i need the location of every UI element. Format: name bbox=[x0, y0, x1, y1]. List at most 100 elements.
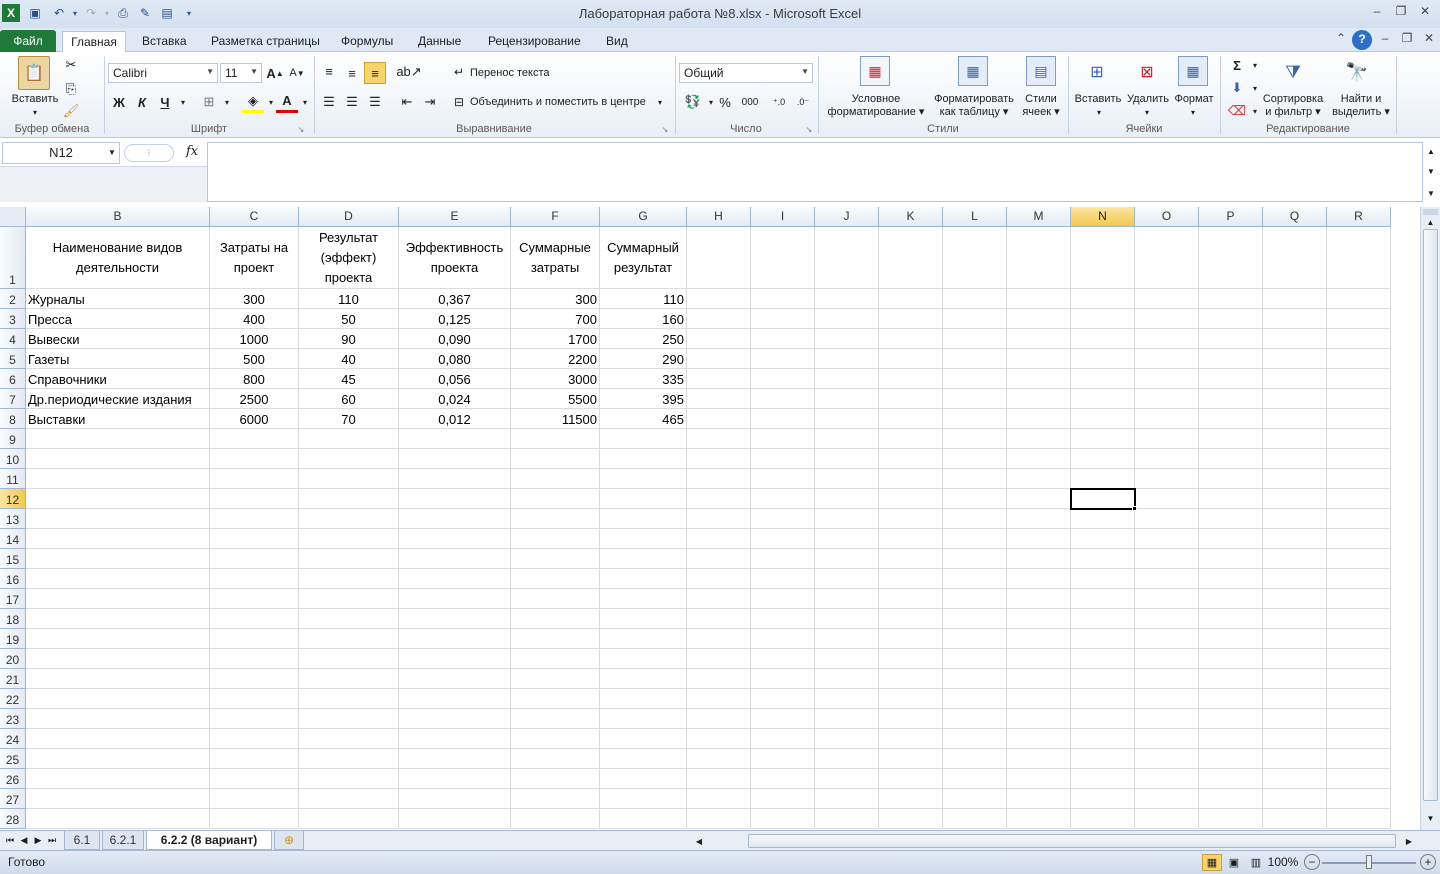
empty-cell[interactable] bbox=[687, 749, 751, 769]
empty-cell[interactable] bbox=[1263, 769, 1327, 789]
table-cell[interactable]: Пресса bbox=[26, 309, 210, 329]
empty-cell[interactable] bbox=[1007, 349, 1071, 369]
vertical-scrollbar[interactable]: ▲ ▼ bbox=[1420, 207, 1440, 830]
table-header-cell[interactable]: Суммарный результат bbox=[600, 227, 687, 289]
empty-cell[interactable] bbox=[1263, 729, 1327, 749]
empty-cell[interactable] bbox=[26, 589, 210, 609]
empty-cell[interactable] bbox=[299, 789, 399, 809]
column-header-f[interactable]: F bbox=[511, 207, 600, 227]
empty-cell[interactable] bbox=[1071, 509, 1135, 529]
empty-cell[interactable] bbox=[943, 749, 1007, 769]
column-header-k[interactable]: K bbox=[879, 207, 943, 227]
empty-cell[interactable] bbox=[815, 549, 879, 569]
empty-cell[interactable] bbox=[751, 649, 815, 669]
empty-cell[interactable] bbox=[1007, 589, 1071, 609]
empty-cell[interactable] bbox=[26, 429, 210, 449]
table-header-cell[interactable]: Затраты на проект bbox=[210, 227, 299, 289]
cut-icon[interactable]: ✂ bbox=[60, 54, 82, 76]
column-header-g[interactable]: G bbox=[600, 207, 687, 227]
tab-formulas[interactable]: Формулы bbox=[333, 31, 401, 52]
empty-cell[interactable] bbox=[1327, 769, 1391, 789]
empty-cell[interactable] bbox=[1135, 669, 1199, 689]
empty-cell[interactable] bbox=[399, 449, 511, 469]
empty-cell[interactable] bbox=[1071, 449, 1135, 469]
delete-cells-icon[interactable]: ⊠ bbox=[1132, 58, 1162, 86]
insert-cells-icon[interactable]: ⊞ bbox=[1082, 58, 1112, 86]
table-cell[interactable]: 0,080 bbox=[399, 349, 511, 369]
table-cell[interactable]: 0,056 bbox=[399, 369, 511, 389]
empty-cell[interactable] bbox=[943, 769, 1007, 789]
scroll-right-icon[interactable]: ▶ bbox=[1402, 834, 1416, 848]
empty-cell[interactable] bbox=[1007, 529, 1071, 549]
empty-cell[interactable] bbox=[879, 369, 943, 389]
tab-review[interactable]: Рецензирование bbox=[480, 31, 589, 52]
empty-cell[interactable] bbox=[751, 669, 815, 689]
empty-cell[interactable] bbox=[1327, 449, 1391, 469]
column-header-q[interactable]: Q bbox=[1263, 207, 1327, 227]
table-cell[interactable]: 290 bbox=[600, 349, 687, 369]
help-icon[interactable]: ? bbox=[1352, 30, 1372, 50]
empty-cell[interactable] bbox=[399, 529, 511, 549]
empty-cell[interactable] bbox=[210, 469, 299, 489]
empty-cell[interactable] bbox=[399, 429, 511, 449]
empty-cell[interactable] bbox=[815, 689, 879, 709]
empty-cell[interactable] bbox=[751, 689, 815, 709]
empty-cell[interactable] bbox=[511, 609, 600, 629]
table-header-cell[interactable]: Результат (эффект) проекта bbox=[299, 227, 399, 289]
empty-cell[interactable] bbox=[815, 569, 879, 589]
empty-cell[interactable] bbox=[1007, 369, 1071, 389]
empty-cell[interactable] bbox=[1263, 709, 1327, 729]
table-cell[interactable]: 0,012 bbox=[399, 409, 511, 429]
empty-cell[interactable] bbox=[210, 509, 299, 529]
empty-cell[interactable] bbox=[1135, 349, 1199, 369]
empty-cell[interactable] bbox=[1071, 227, 1135, 289]
empty-cell[interactable] bbox=[399, 769, 511, 789]
table-cell[interactable]: Газеты bbox=[26, 349, 210, 369]
empty-cell[interactable] bbox=[815, 227, 879, 289]
empty-cell[interactable] bbox=[1199, 509, 1263, 529]
empty-cell[interactable] bbox=[1327, 429, 1391, 449]
empty-cell[interactable] bbox=[299, 449, 399, 469]
empty-cell[interactable] bbox=[399, 809, 511, 829]
empty-cell[interactable] bbox=[1135, 549, 1199, 569]
empty-cell[interactable] bbox=[299, 529, 399, 549]
table-cell[interactable]: 90 bbox=[299, 329, 399, 349]
empty-cell[interactable] bbox=[1199, 789, 1263, 809]
empty-cell[interactable] bbox=[751, 409, 815, 429]
row-header-16[interactable]: 16 bbox=[0, 569, 26, 589]
bold-button[interactable]: Ж bbox=[108, 91, 130, 113]
empty-cell[interactable] bbox=[879, 309, 943, 329]
empty-cell[interactable] bbox=[879, 529, 943, 549]
merge-center-button[interactable]: Объединить и поместить в центре bbox=[470, 96, 646, 109]
empty-cell[interactable] bbox=[1327, 529, 1391, 549]
empty-cell[interactable] bbox=[879, 769, 943, 789]
empty-cell[interactable] bbox=[26, 769, 210, 789]
empty-cell[interactable] bbox=[1135, 589, 1199, 609]
empty-cell[interactable] bbox=[751, 609, 815, 629]
row-header-5[interactable]: 5 bbox=[0, 349, 26, 369]
row-header-26[interactable]: 26 bbox=[0, 769, 26, 789]
empty-cell[interactable] bbox=[1007, 709, 1071, 729]
empty-cell[interactable] bbox=[600, 789, 687, 809]
empty-cell[interactable] bbox=[1199, 649, 1263, 669]
paste-dropdown-icon[interactable]: ▾ bbox=[30, 106, 40, 119]
empty-cell[interactable] bbox=[943, 549, 1007, 569]
empty-cell[interactable] bbox=[687, 569, 751, 589]
row-header-15[interactable]: 15 bbox=[0, 549, 26, 569]
empty-cell[interactable] bbox=[1007, 629, 1071, 649]
empty-cell[interactable] bbox=[879, 449, 943, 469]
empty-cell[interactable] bbox=[511, 429, 600, 449]
wrap-text-button[interactable]: Перенос текста bbox=[470, 67, 550, 80]
table-cell[interactable]: 60 bbox=[299, 389, 399, 409]
empty-cell[interactable] bbox=[399, 789, 511, 809]
table-cell[interactable]: 465 bbox=[600, 409, 687, 429]
empty-cell[interactable] bbox=[815, 589, 879, 609]
empty-cell[interactable] bbox=[600, 589, 687, 609]
row-header-3[interactable]: 3 bbox=[0, 309, 26, 329]
empty-cell[interactable] bbox=[1071, 789, 1135, 809]
format-as-table-button[interactable]: Форматировать как таблицу ▾ bbox=[928, 93, 1020, 119]
empty-cell[interactable] bbox=[1135, 309, 1199, 329]
align-left-icon[interactable]: ☰ bbox=[318, 91, 340, 113]
empty-cell[interactable] bbox=[943, 429, 1007, 449]
empty-cell[interactable] bbox=[1263, 749, 1327, 769]
